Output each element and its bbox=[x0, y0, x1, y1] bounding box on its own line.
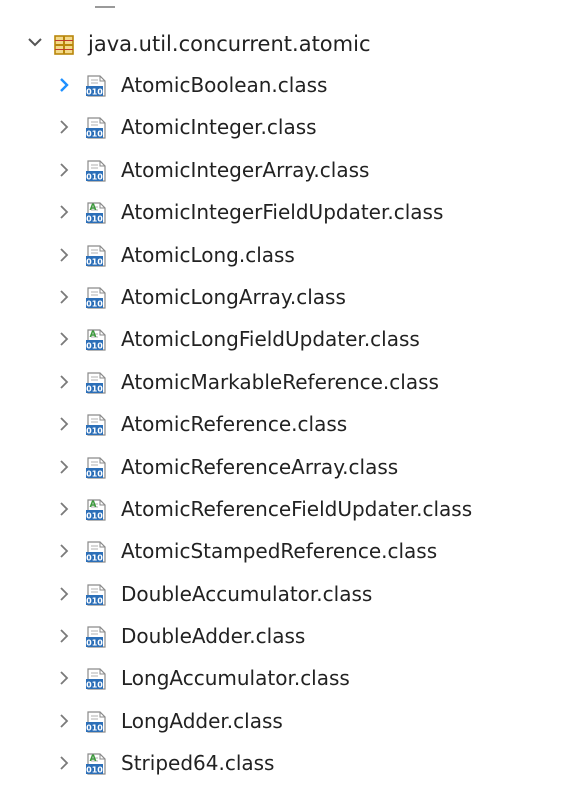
svg-text:010: 010 bbox=[86, 766, 103, 775]
svg-text:010: 010 bbox=[86, 511, 103, 520]
chevron-right-icon[interactable] bbox=[56, 669, 72, 687]
package-icon bbox=[54, 35, 74, 55]
chevron-right-icon[interactable] bbox=[56, 712, 72, 730]
chevron-down-icon[interactable] bbox=[26, 33, 44, 51]
svg-text:010: 010 bbox=[86, 554, 103, 563]
svg-text:010: 010 bbox=[86, 342, 103, 351]
class-label: Striped64.class bbox=[121, 751, 275, 776]
class-file-icon: 010 bbox=[86, 668, 106, 691]
tree-node-class[interactable]: 010 AtomicMarkableReference.class bbox=[0, 363, 571, 405]
chevron-right-icon[interactable] bbox=[56, 288, 72, 306]
class-file-icon: 010 bbox=[86, 117, 106, 139]
chevron-right-icon[interactable] bbox=[56, 161, 72, 179]
tree-node-class[interactable]: 010 A Striped64.class bbox=[0, 744, 571, 786]
tree-node-class[interactable]: 010 AtomicLong.class bbox=[0, 236, 571, 278]
class-label: AtomicReference.class bbox=[121, 412, 348, 437]
tree-node-class[interactable]: 010 LongAccumulator.class bbox=[0, 659, 571, 701]
svg-text:010: 010 bbox=[86, 638, 103, 647]
class-file-icon: 010 bbox=[86, 244, 106, 267]
class-label: LongAccumulator.class bbox=[121, 666, 350, 691]
abstract-class-file-icon: 010A bbox=[86, 202, 106, 224]
class-label: DoubleAdder.class bbox=[121, 624, 306, 649]
chevron-right-icon[interactable] bbox=[56, 118, 72, 136]
tree-node-class[interactable]: 010 LongAdder.class bbox=[0, 702, 571, 744]
class-file-icon: 010 bbox=[86, 456, 106, 479]
svg-text:010: 010 bbox=[86, 172, 103, 181]
abstract-class-file-icon: 010A bbox=[86, 499, 106, 521]
chevron-right-icon[interactable] bbox=[56, 330, 72, 348]
svg-text:010: 010 bbox=[86, 723, 103, 732]
chevron-right-icon[interactable] bbox=[56, 415, 72, 433]
svg-text:010: 010 bbox=[86, 299, 103, 308]
tree-node-class[interactable]: 010 A AtomicIntegerFieldUpdater.class bbox=[0, 193, 571, 235]
class-file-icon: 010 bbox=[86, 160, 106, 182]
class-file-icon: 010 bbox=[86, 584, 106, 606]
tree-node-class[interactable]: 010 AtomicReferenceArray.class bbox=[0, 448, 571, 490]
class-file-icon: 010 bbox=[86, 287, 106, 309]
class-label: AtomicReferenceFieldUpdater.class bbox=[121, 496, 473, 521]
tree-node-class[interactable]: 010 DoubleAccumulator.class bbox=[0, 575, 571, 617]
svg-text:010: 010 bbox=[86, 681, 103, 690]
svg-text:010: 010 bbox=[86, 130, 103, 139]
class-label: AtomicBoolean.class bbox=[121, 73, 328, 97]
svg-text:A: A bbox=[90, 754, 97, 764]
tree-node-class[interactable]: 010 AtomicLongArray.class bbox=[0, 278, 571, 320]
tree-node-class[interactable]: 010 A AtomicReferenceFieldUpdater.class bbox=[0, 490, 571, 532]
class-label: AtomicMarkableReference.class bbox=[121, 369, 439, 394]
class-file-icon: 010 bbox=[86, 372, 106, 394]
svg-text:010: 010 bbox=[86, 426, 103, 435]
class-label: DoubleAccumulator.class bbox=[121, 581, 373, 606]
tree-node-class[interactable]: 010 AtomicStampedReference.class bbox=[0, 532, 571, 574]
class-label: AtomicIntegerArray.class bbox=[121, 157, 370, 182]
class-label: AtomicStampedReference.class bbox=[121, 539, 438, 564]
chevron-right-icon[interactable] bbox=[56, 754, 72, 772]
class-file-icon: 010 bbox=[86, 414, 106, 436]
tree-node-package[interactable]: java.util.concurrent.atomic bbox=[0, 24, 571, 66]
svg-text:010: 010 bbox=[86, 257, 103, 266]
svg-text:A: A bbox=[90, 203, 97, 213]
abstract-class-file-icon: 010 A bbox=[86, 329, 106, 351]
class-label: AtomicIntegerFieldUpdater.class bbox=[121, 200, 444, 225]
svg-text:010: 010 bbox=[86, 214, 103, 223]
chevron-right-icon[interactable] bbox=[56, 373, 72, 391]
class-label: AtomicLongFieldUpdater.class bbox=[121, 327, 420, 352]
tree-node-class[interactable]: 010 AtomicIntegerArray.class bbox=[0, 151, 571, 193]
package-label: java.util.concurrent.atomic bbox=[88, 32, 371, 56]
class-label: AtomicReferenceArray.class bbox=[121, 454, 399, 479]
class-label: LongAdder.class bbox=[121, 708, 283, 733]
class-label: AtomicLongArray.class bbox=[121, 284, 346, 309]
chevron-right-icon[interactable] bbox=[56, 203, 72, 221]
chevron-right-icon[interactable] bbox=[56, 246, 72, 264]
chevron-right-icon[interactable] bbox=[56, 458, 72, 476]
svg-text:010: 010 bbox=[86, 596, 103, 605]
class-file-icon: 010 bbox=[86, 711, 106, 733]
tree-node-class[interactable]: 010 AtomicBoolean.class bbox=[0, 66, 571, 108]
tree-node-class[interactable]: 010 DoubleAdder.class bbox=[0, 617, 571, 659]
class-file-icon: 010 bbox=[86, 541, 106, 563]
class-label: AtomicInteger.class bbox=[121, 115, 317, 140]
package-explorer-tree: java.util.concurrent.atomic 010 AtomicBoo… bbox=[0, 0, 571, 784]
svg-text:010: 010 bbox=[86, 87, 103, 96]
tree-node-class[interactable]: 010 A AtomicLongFieldUpdater.class bbox=[0, 320, 571, 362]
chevron-right-icon[interactable] bbox=[56, 627, 72, 645]
svg-text:A: A bbox=[90, 500, 97, 510]
tree-node-class[interactable]: 010 AtomicReference.class bbox=[0, 405, 571, 447]
chevron-right-icon[interactable] bbox=[56, 542, 72, 560]
chevron-right-icon[interactable] bbox=[56, 500, 72, 518]
chevron-right-icon[interactable] bbox=[56, 585, 72, 603]
parent-node-stub bbox=[95, 6, 115, 12]
class-file-icon: 010 bbox=[86, 626, 106, 648]
chevron-right-icon[interactable] bbox=[56, 76, 72, 94]
svg-text:010: 010 bbox=[86, 469, 103, 478]
class-label: AtomicLong.class bbox=[121, 242, 295, 267]
abstract-class-file-icon: 010 A bbox=[86, 753, 106, 775]
class-file-icon: 010 bbox=[86, 75, 106, 97]
svg-text:A: A bbox=[90, 330, 97, 340]
class-list: 010 AtomicBoolean.class 010 AtomicInteger.c… bbox=[0, 66, 571, 787]
tree-node-class[interactable]: 010 AtomicInteger.class bbox=[0, 108, 571, 150]
svg-text:010: 010 bbox=[86, 384, 103, 393]
